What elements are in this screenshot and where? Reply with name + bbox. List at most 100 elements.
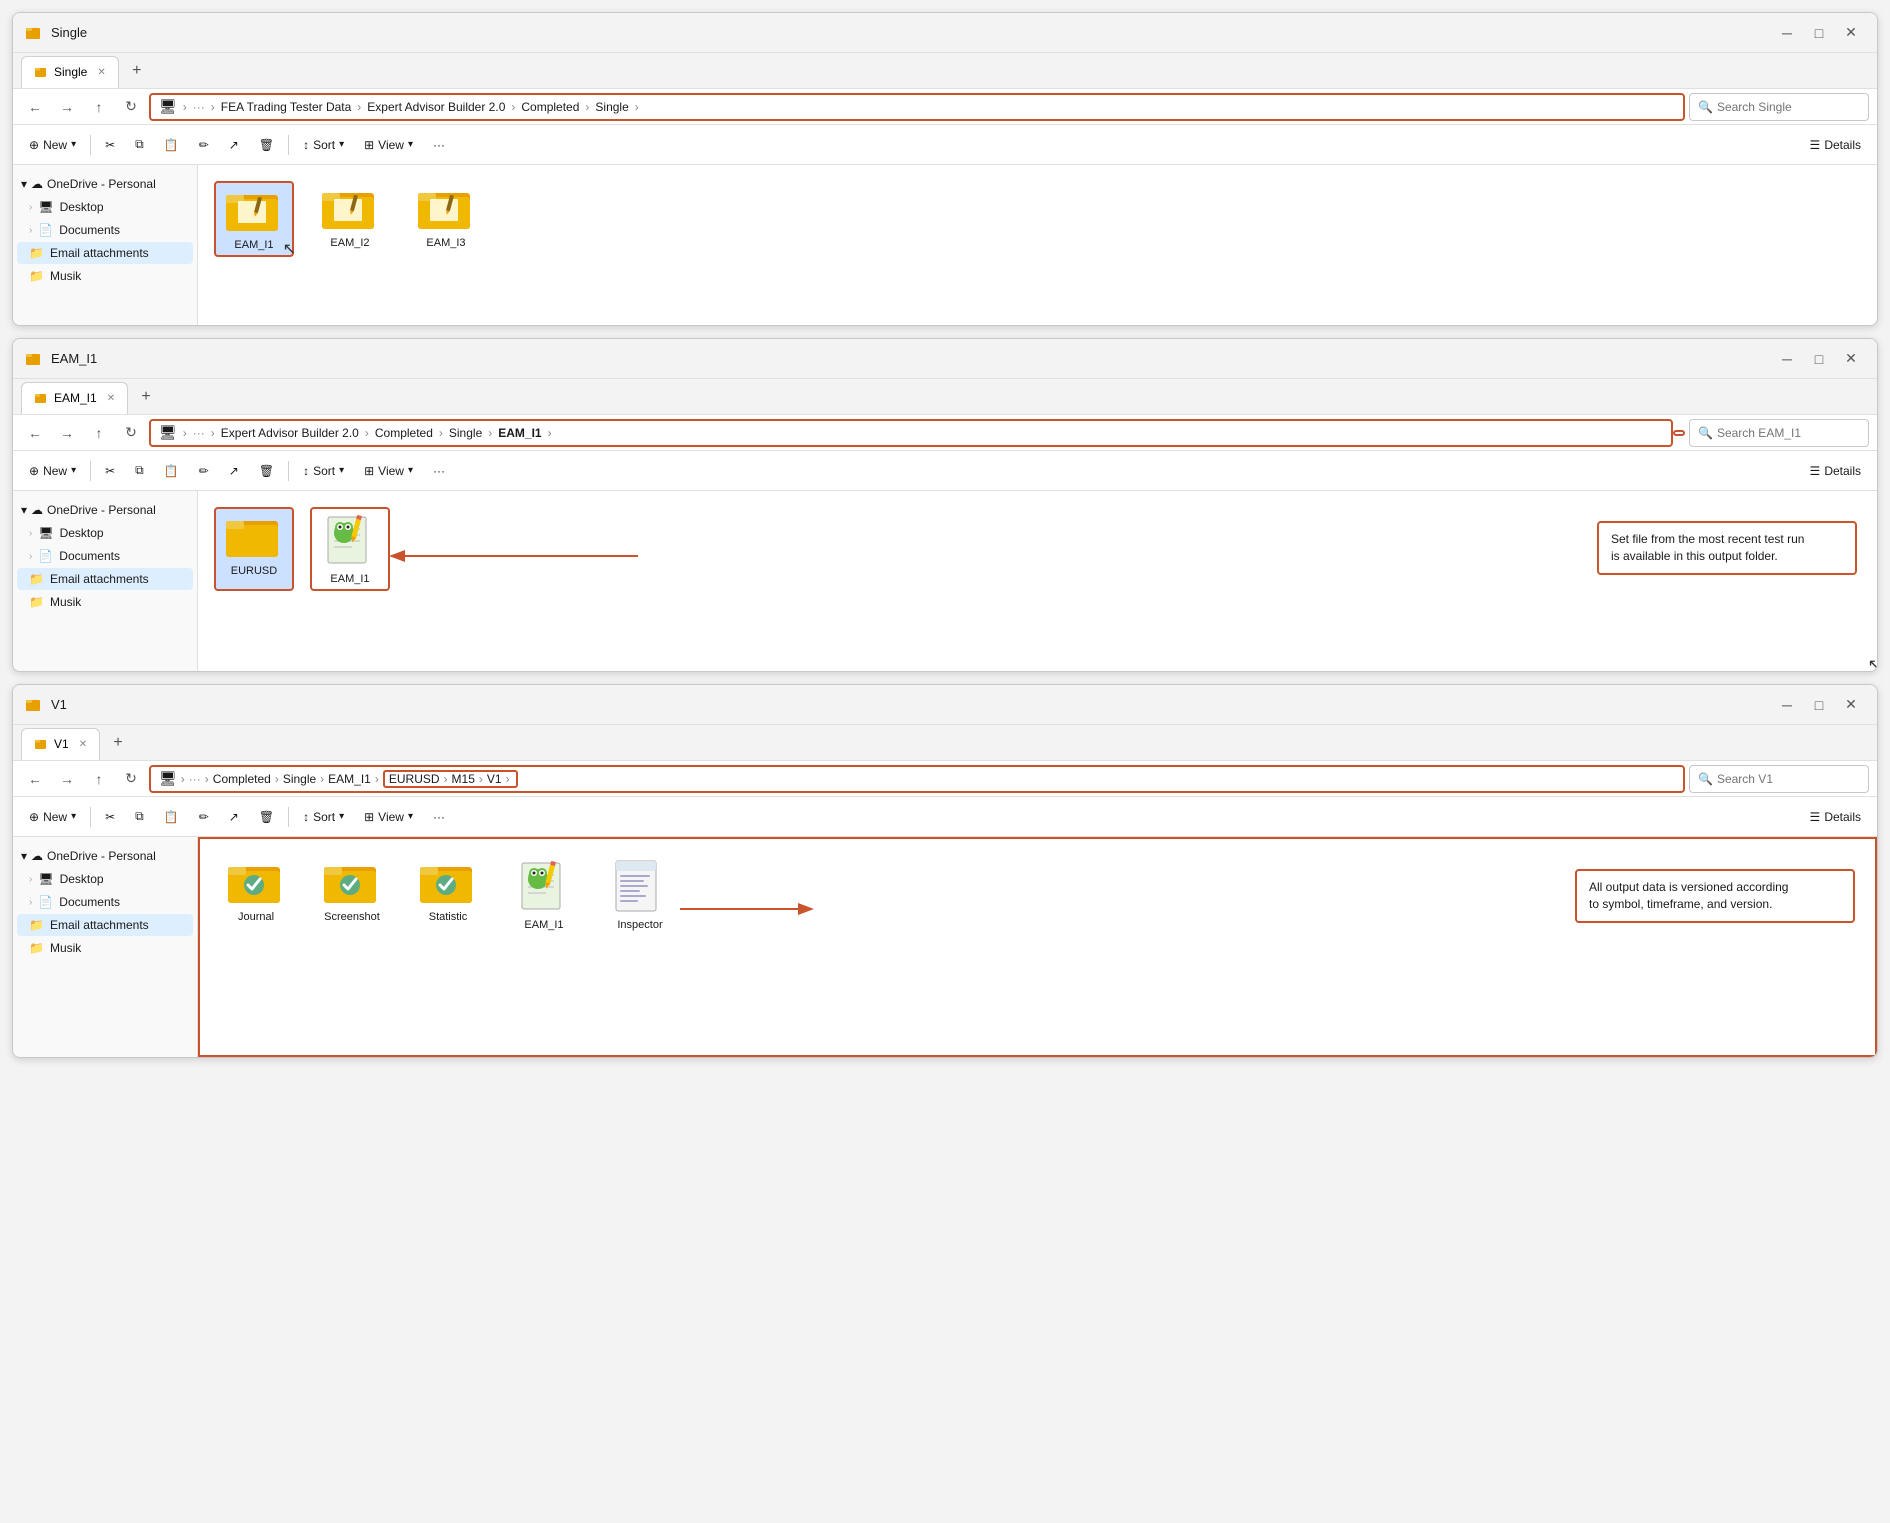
- folder-journal[interactable]: Journal: [216, 855, 296, 935]
- tab-close-icon-3[interactable]: ✕: [79, 739, 87, 750]
- cut-button-3[interactable]: ✂: [97, 806, 123, 828]
- cut-button-1[interactable]: ✂: [97, 134, 123, 156]
- sidebar-item-email-1[interactable]: 📁 Email attachments: [17, 242, 193, 264]
- file-eam-i1-notepad[interactable]: EAM_I1: [310, 507, 390, 591]
- new-button-2[interactable]: ⊕ New ▾: [21, 460, 84, 482]
- sidebar-item-musik-1[interactable]: 📁 Musik: [17, 265, 193, 287]
- more-button-1[interactable]: ···: [425, 134, 453, 156]
- breadcrumb-v1[interactable]: 🖥 › ··· › Completed › Single › EAM_I1 › …: [149, 765, 1685, 793]
- tab-close-icon[interactable]: ✕: [97, 67, 105, 78]
- sort-button-2[interactable]: ↕ Sort ▾: [295, 460, 352, 482]
- breadcrumb-single[interactable]: 🖥 › ··· › FEA Trading Tester Data › Expe…: [149, 93, 1685, 121]
- rename-button-2[interactable]: ✏: [191, 460, 217, 482]
- expand-desktop-3: ›: [29, 874, 32, 885]
- forward-button-1[interactable]: →: [53, 93, 81, 121]
- sidebar-cloud-header-3[interactable]: ▾ ☁ OneDrive - Personal: [13, 845, 197, 867]
- search-input-single[interactable]: [1717, 100, 1860, 114]
- copy-button-2[interactable]: ⧉: [127, 459, 152, 482]
- close-button-3[interactable]: ✕: [1837, 691, 1865, 719]
- sidebar-cloud-header-2[interactable]: ▾ ☁ OneDrive - Personal: [13, 499, 197, 521]
- tab-v1[interactable]: V1 ✕: [21, 728, 100, 760]
- tab-single[interactable]: Single ✕: [21, 56, 119, 88]
- sidebar-item-email-2[interactable]: 📁 Email attachments: [17, 568, 193, 590]
- minimize-button-3[interactable]: ─: [1773, 691, 1801, 719]
- up-button-1[interactable]: ↑: [85, 93, 113, 121]
- details-button-3[interactable]: ☰ Details: [1802, 806, 1869, 828]
- tab-close-icon-2[interactable]: ✕: [107, 393, 115, 404]
- copy-button-1[interactable]: ⧉: [127, 133, 152, 156]
- rename-button-3[interactable]: ✏: [191, 806, 217, 828]
- back-button-1[interactable]: ←: [21, 93, 49, 121]
- delete-button-1[interactable]: 🗑: [251, 134, 282, 156]
- sidebar-item-email-3[interactable]: 📁 Email attachments: [17, 914, 193, 936]
- close-button-2[interactable]: ✕: [1837, 345, 1865, 373]
- up-button-3[interactable]: ↑: [85, 765, 113, 793]
- forward-button-3[interactable]: →: [53, 765, 81, 793]
- bc-icon-3: 🖥: [159, 770, 177, 787]
- close-button-1[interactable]: ✕: [1837, 19, 1865, 47]
- tab-bar-eam-i1: EAM_I1 ✕ +: [13, 379, 1877, 415]
- tab-eam-i1[interactable]: EAM_I1 ✕: [21, 382, 128, 414]
- file-eam-i1-v1[interactable]: EAM_I1: [504, 855, 584, 935]
- breadcrumb-eam-i1[interactable]: 🖥 › ··· › Expert Advisor Builder 2.0 › C…: [149, 419, 1673, 447]
- maximize-button-3[interactable]: □: [1805, 691, 1833, 719]
- maximize-button-2[interactable]: □: [1805, 345, 1833, 373]
- sidebar-item-documents-2[interactable]: › 📄 Documents: [17, 545, 193, 567]
- copy-button-3[interactable]: ⧉: [127, 805, 152, 828]
- tab-add-button-2[interactable]: +: [132, 383, 160, 411]
- back-button-3[interactable]: ←: [21, 765, 49, 793]
- share-button-3[interactable]: ↗: [221, 806, 247, 828]
- details-button-2[interactable]: ☰ Details: [1802, 460, 1869, 482]
- details-button-1[interactable]: ☰ Details: [1802, 134, 1869, 156]
- delete-button-3[interactable]: 🗑: [251, 806, 282, 828]
- folder-journal-icon: [228, 859, 284, 907]
- new-button-1[interactable]: ⊕ New ▾: [21, 134, 84, 156]
- paste-button-1[interactable]: 📋: [156, 134, 187, 156]
- maximize-button-1[interactable]: □: [1805, 19, 1833, 47]
- forward-button-2[interactable]: →: [53, 419, 81, 447]
- search-input-v1[interactable]: [1717, 772, 1860, 786]
- view-button-1[interactable]: ⊞ View ▾: [356, 134, 421, 156]
- tab-add-button-1[interactable]: +: [123, 57, 151, 85]
- refresh-button-1[interactable]: ↻: [117, 93, 145, 121]
- file-inspector[interactable]: Inspector: [600, 855, 680, 935]
- paste-button-3[interactable]: 📋: [156, 806, 187, 828]
- sidebar-cloud-header-1[interactable]: ▾ ☁ OneDrive - Personal: [13, 173, 197, 195]
- rename-button-1[interactable]: ✏: [191, 134, 217, 156]
- folder-statistic[interactable]: Statistic: [408, 855, 488, 935]
- tab-add-button-3[interactable]: +: [104, 729, 132, 757]
- new-button-3[interactable]: ⊕ New ▾: [21, 806, 84, 828]
- sidebar-item-desktop-3[interactable]: › 🖥 Desktop: [17, 868, 193, 890]
- sidebar-item-documents-3[interactable]: › 📄 Documents: [17, 891, 193, 913]
- share-button-1[interactable]: ↗: [221, 134, 247, 156]
- minimize-button-2[interactable]: ─: [1773, 345, 1801, 373]
- details-icon-3: ☰: [1810, 810, 1821, 824]
- share-button-2[interactable]: ↗: [221, 460, 247, 482]
- sort-button-1[interactable]: ↕ Sort ▾: [295, 134, 352, 156]
- folder-eam-i3[interactable]: EAM_I3: [406, 181, 486, 257]
- back-button-2[interactable]: ←: [21, 419, 49, 447]
- more-button-2[interactable]: ···: [425, 460, 453, 482]
- folder-eam-i1[interactable]: EAM_I1 ↖: [214, 181, 294, 257]
- view-button-2[interactable]: ⊞ View ▾: [356, 460, 421, 482]
- view-button-3[interactable]: ⊞ View ▾: [356, 806, 421, 828]
- more-button-3[interactable]: ···: [425, 806, 453, 828]
- sidebar-item-desktop-2[interactable]: › 🖥 Desktop: [17, 522, 193, 544]
- up-button-2[interactable]: ↑: [85, 419, 113, 447]
- minimize-button-1[interactable]: ─: [1773, 19, 1801, 47]
- paste-button-2[interactable]: 📋: [156, 460, 187, 482]
- folder-eam-i2[interactable]: EAM_I2: [310, 181, 390, 257]
- refresh-button-2[interactable]: ↻: [117, 419, 145, 447]
- folder-screenshot[interactable]: Screenshot: [312, 855, 392, 935]
- sort-button-3[interactable]: ↕ Sort ▾: [295, 806, 352, 828]
- toolbar-eam-i1: ⊕ New ▾ ✂ ⧉ 📋 ✏ ↗ 🗑 ↕ Sort ▾ ⊞ View ▾ ··…: [13, 451, 1877, 491]
- folder-eurusd[interactable]: EURUSD ↖: [214, 507, 294, 591]
- sidebar-item-desktop-1[interactable]: › 🖥 Desktop: [17, 196, 193, 218]
- sidebar-item-musik-3[interactable]: 📁 Musik: [17, 937, 193, 959]
- delete-button-2[interactable]: 🗑: [251, 460, 282, 482]
- cut-button-2[interactable]: ✂: [97, 460, 123, 482]
- refresh-button-3[interactable]: ↻: [117, 765, 145, 793]
- sidebar-item-musik-2[interactable]: 📁 Musik: [17, 591, 193, 613]
- search-input-eam-i1[interactable]: [1717, 426, 1860, 440]
- sidebar-item-documents-1[interactable]: › 📄 Documents: [17, 219, 193, 241]
